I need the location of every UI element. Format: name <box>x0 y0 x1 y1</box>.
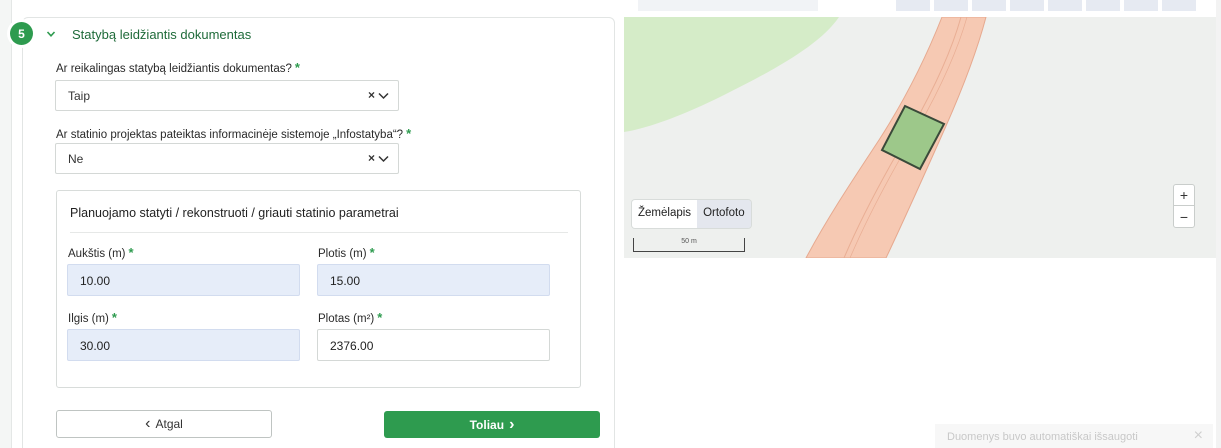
back-button-label: Atgal <box>155 417 183 431</box>
map-type-switcher: Žemėlapis Ortofoto <box>632 200 751 228</box>
required-marker: * <box>369 245 375 260</box>
select-value: Ne <box>68 152 84 166</box>
map-tool-button <box>934 0 968 11</box>
map-type-zemelapis[interactable]: Žemėlapis <box>632 200 698 228</box>
chevron-right-icon: › <box>509 415 515 433</box>
map-toolbar <box>624 0 1220 17</box>
step-number-badge: 5 <box>10 22 33 45</box>
parameters-title: Planuojamo statyti / rekonstruoti / gria… <box>70 206 399 220</box>
map-tool-button <box>1162 0 1196 11</box>
field-label-text: Aukštis (m) <box>68 248 126 260</box>
map-search-bar <box>638 0 818 11</box>
field-label-text: Ilgis (m) <box>68 313 109 325</box>
page-left-rail <box>0 0 12 448</box>
chevron-left-icon: ‹ <box>145 415 151 432</box>
required-marker: * <box>377 310 383 325</box>
question-label-text: Ar reikalingas statybą leidžiantis dokum… <box>56 63 292 75</box>
autosave-toast: Duomenys buvo automatiškai išsaugoti × <box>935 424 1213 448</box>
map-tool-button <box>1010 0 1044 11</box>
height-input[interactable]: 10.00 <box>67 264 300 296</box>
chevron-down-icon[interactable] <box>46 29 56 39</box>
area-label: Plotas (m²) * <box>318 310 382 325</box>
question-infostatyba-label: Ar statinio projektas pateiktas informac… <box>56 126 411 141</box>
close-icon[interactable]: × <box>1194 427 1203 445</box>
area-input[interactable]: 2376.00 <box>317 329 550 361</box>
question-label-text: Ar statinio projektas pateiktas informac… <box>56 129 404 141</box>
back-button[interactable]: ‹ Atgal <box>56 410 272 438</box>
field-label-text: Plotas (m²) <box>318 313 375 325</box>
scale-label: 50 m <box>681 238 697 245</box>
map-tool-button <box>1048 0 1082 11</box>
required-marker: * <box>406 126 412 141</box>
right-scroll-edge <box>1216 0 1221 448</box>
next-button[interactable]: Toliau › <box>384 411 600 438</box>
next-button-label: Toliau <box>469 417 505 432</box>
map-tool-button <box>972 0 1006 11</box>
width-label: Plotis (m) * <box>318 245 375 260</box>
required-marker: * <box>128 245 134 260</box>
height-label: Aukštis (m) * <box>68 245 134 260</box>
divider <box>70 232 568 233</box>
permit-required-select[interactable]: Taip × <box>55 80 399 111</box>
map-scale-bar: 50 m <box>633 238 745 252</box>
required-marker: * <box>294 60 300 75</box>
zoom-out-button[interactable]: − <box>1174 206 1194 227</box>
toast-message: Duomenys buvo automatiškai išsaugoti <box>947 431 1138 443</box>
chevron-down-icon[interactable] <box>378 92 389 100</box>
chevron-down-icon[interactable] <box>378 155 389 163</box>
length-label: Ilgis (m) * <box>68 310 117 325</box>
clear-icon[interactable]: × <box>368 88 375 102</box>
select-value: Taip <box>68 89 91 103</box>
map-tool-button <box>1124 0 1158 11</box>
clear-icon[interactable]: × <box>368 151 375 165</box>
map-view[interactable]: Žemėlapis Ortofoto 50 m + − <box>624 0 1220 258</box>
required-marker: * <box>111 310 117 325</box>
section-title[interactable]: Statybą leidžiantis dokumentas <box>72 27 251 42</box>
zoom-in-button[interactable]: + <box>1174 185 1194 206</box>
map-type-ortofoto[interactable]: Ortofoto <box>697 200 751 228</box>
length-input[interactable]: 30.00 <box>67 329 300 361</box>
map-zoom-control: + − <box>1173 184 1195 228</box>
map-tool-button <box>896 0 930 11</box>
width-input[interactable]: 15.00 <box>317 264 550 296</box>
infostatyba-select[interactable]: Ne × <box>55 143 399 174</box>
map-tool-button <box>1086 0 1120 11</box>
question-permit-required-label: Ar reikalingas statybą leidžiantis dokum… <box>56 60 300 75</box>
field-label-text: Plotis (m) <box>318 248 367 260</box>
